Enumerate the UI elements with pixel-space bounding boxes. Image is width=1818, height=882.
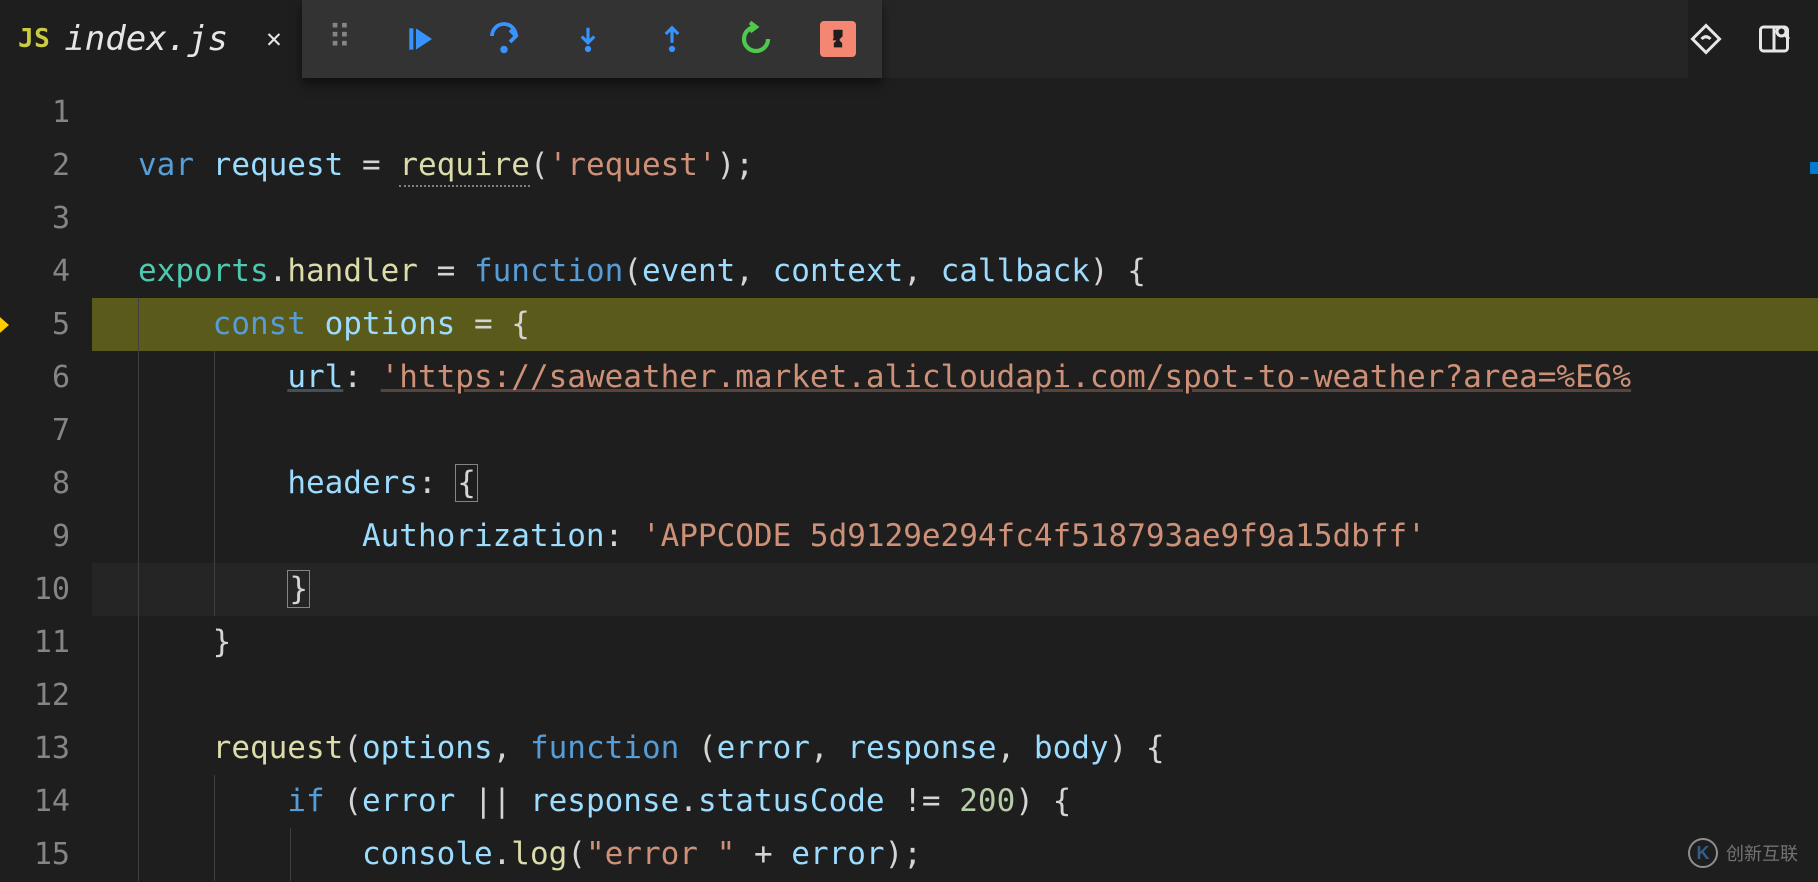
line-number: 13: [0, 722, 70, 775]
watermark-text: 创新互联: [1726, 840, 1798, 866]
code-line[interactable]: console.log("error " + error);: [92, 828, 1818, 881]
line-number: 11: [0, 616, 70, 669]
close-tab-icon[interactable]: ✕: [266, 24, 282, 54]
tab-actions: [1688, 0, 1818, 78]
code-line[interactable]: [92, 404, 1818, 457]
code-line[interactable]: exports.handler = function(event, contex…: [92, 245, 1818, 298]
code-line[interactable]: [92, 86, 1818, 139]
line-number: 8: [0, 457, 70, 510]
drag-handle-icon[interactable]: [328, 31, 356, 48]
source-control-icon[interactable]: [1688, 21, 1724, 57]
current-execution-marker: [0, 311, 9, 339]
code-content[interactable]: var request = require('request'); export…: [92, 78, 1818, 882]
line-number: 4: [0, 245, 70, 298]
line-number: 3: [0, 192, 70, 245]
tab-filename: index.js: [64, 19, 228, 59]
line-number: 7: [0, 404, 70, 457]
continue-button[interactable]: [400, 19, 440, 59]
code-line[interactable]: [92, 192, 1818, 245]
step-out-button[interactable]: [652, 19, 692, 59]
code-line[interactable]: Authorization: 'APPCODE 5d9129e294fc4f51…: [92, 510, 1818, 563]
code-line[interactable]: if (error || response.statusCode != 200)…: [92, 775, 1818, 828]
tab-bar: JS index.js ✕: [0, 0, 1818, 78]
watermark-icon: K: [1688, 838, 1718, 868]
step-into-button[interactable]: [568, 19, 608, 59]
line-number: 10: [0, 563, 70, 616]
line-number: 9: [0, 510, 70, 563]
code-line[interactable]: [92, 669, 1818, 722]
editor-tab-indexjs[interactable]: JS index.js ✕: [0, 0, 310, 78]
stop-button[interactable]: [820, 21, 856, 57]
watermark: K 创新互联: [1688, 838, 1798, 868]
split-editor-icon[interactable]: [1756, 21, 1792, 57]
restart-button[interactable]: [736, 19, 776, 59]
code-line[interactable]: url: 'https://saweather.market.aliclouda…: [92, 351, 1818, 404]
code-line-current[interactable]: const options = {: [92, 298, 1818, 351]
line-number: 14: [0, 775, 70, 828]
line-number: 2: [0, 139, 70, 192]
line-number-gutter: 1 2 3 4 5 6 7 8 9 10 11 12 13 14 15: [0, 78, 92, 882]
step-over-button[interactable]: [484, 19, 524, 59]
code-line[interactable]: request(options, function (error, respon…: [92, 722, 1818, 775]
line-number: 12: [0, 669, 70, 722]
js-badge: JS: [18, 24, 50, 54]
line-number: 15: [0, 828, 70, 881]
line-number: 1: [0, 86, 70, 139]
code-line[interactable]: }: [92, 616, 1818, 669]
code-editor[interactable]: 1 2 3 4 5 6 7 8 9 10 11 12 13 14 15 var …: [0, 78, 1818, 882]
code-line[interactable]: }: [92, 563, 1818, 616]
code-line[interactable]: var request = require('request');: [92, 139, 1818, 192]
line-number: 5: [0, 298, 70, 351]
debug-toolbar[interactable]: [302, 0, 882, 78]
code-line[interactable]: headers: {: [92, 457, 1818, 510]
line-number: 6: [0, 351, 70, 404]
